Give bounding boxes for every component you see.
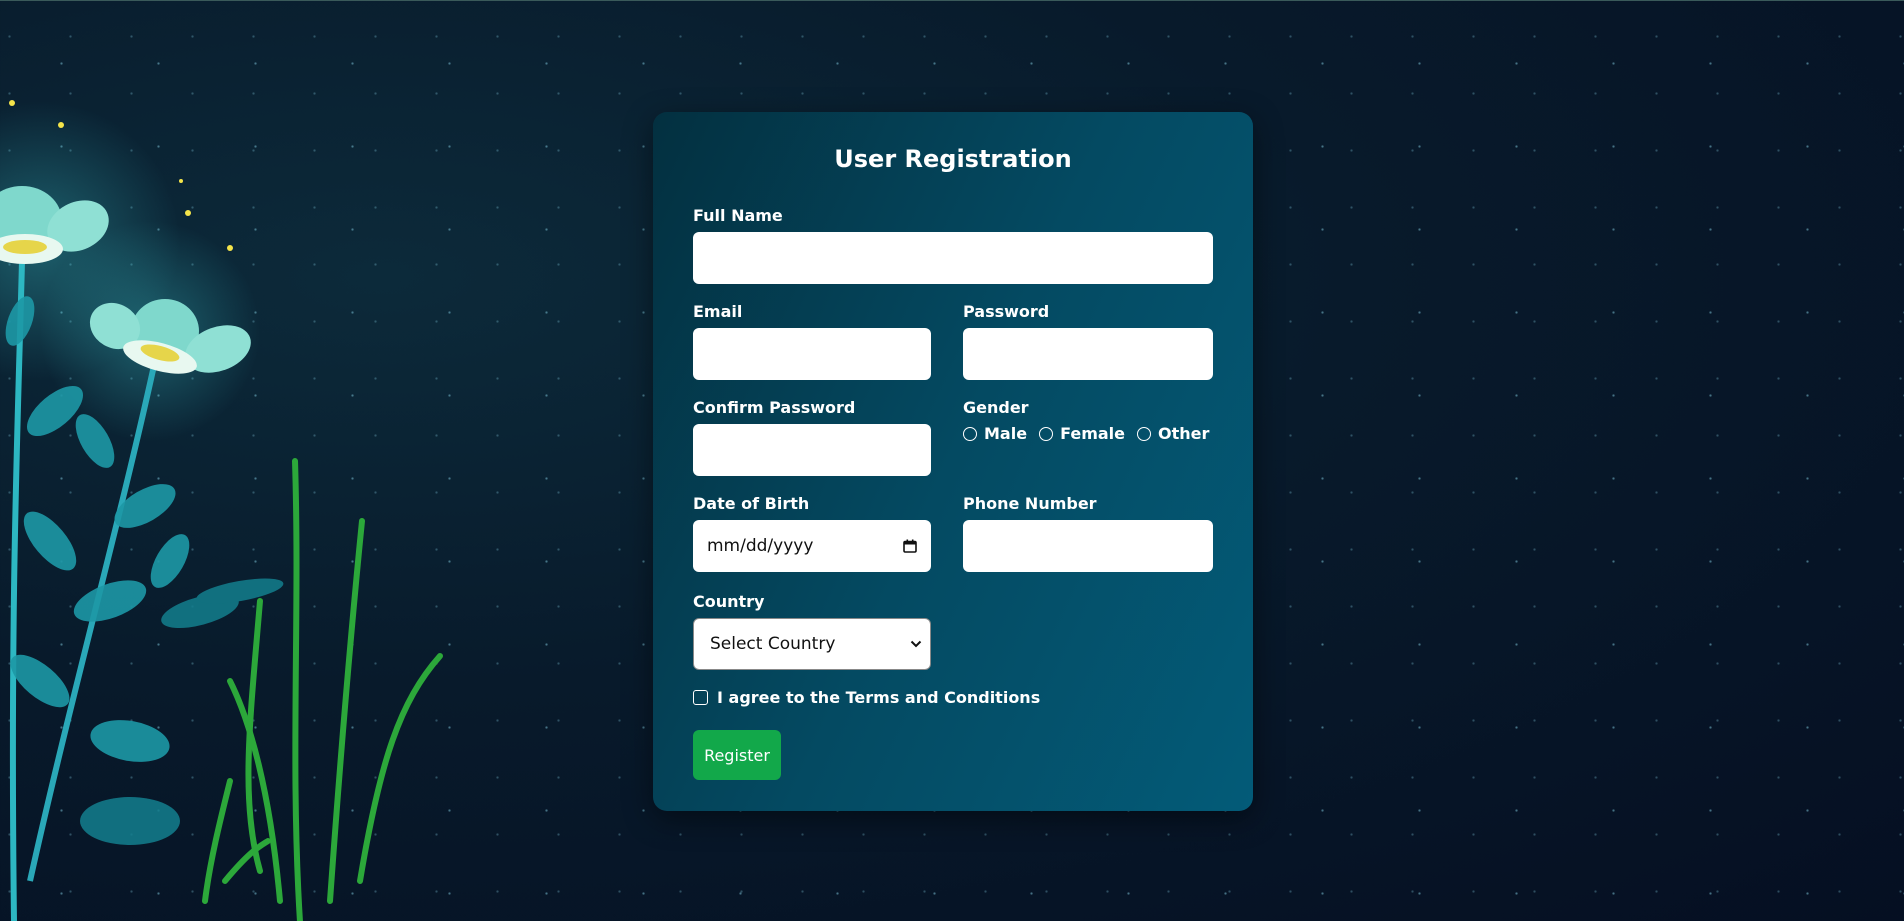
- terms-label: I agree to the Terms and Conditions: [717, 688, 1041, 707]
- country-field: Country Select Country: [693, 591, 931, 670]
- password-field: Password: [963, 301, 1213, 380]
- full-name-label: Full Name: [693, 206, 783, 225]
- password-label: Password: [963, 302, 1050, 321]
- country-label: Country: [693, 592, 765, 611]
- gender-field: Gender Male Female Other: [963, 397, 1223, 443]
- chevron-down-icon: [910, 640, 922, 648]
- dob-input[interactable]: mm/dd/yyyy: [693, 520, 931, 572]
- phone-label: Phone Number: [963, 494, 1097, 513]
- confirm-password-field: Confirm Password: [693, 397, 931, 476]
- email-label: Email: [693, 302, 743, 321]
- register-button[interactable]: Register: [693, 730, 781, 780]
- phone-field: Phone Number: [963, 493, 1213, 572]
- password-input[interactable]: [963, 328, 1213, 380]
- terms-row: I agree to the Terms and Conditions: [693, 688, 1040, 707]
- registration-card: User Registration Full Name Email Passwo…: [653, 112, 1253, 811]
- confirm-password-input[interactable]: [693, 424, 931, 476]
- dob-label: Date of Birth: [693, 494, 810, 513]
- terms-checkbox[interactable]: [693, 690, 708, 705]
- gender-radio-group: Male Female Other: [963, 424, 1223, 443]
- glowing-plant-decoration: [0, 100, 443, 921]
- dob-placeholder: mm/dd/yyyy: [707, 536, 814, 556]
- gender-option-label: Female: [1060, 424, 1125, 443]
- email-input[interactable]: [693, 328, 931, 380]
- phone-input[interactable]: [963, 520, 1213, 572]
- country-select[interactable]: Select Country: [693, 618, 931, 670]
- country-selected-value: Select Country: [710, 634, 836, 654]
- email-field: Email: [693, 301, 931, 380]
- dob-field: Date of Birth mm/dd/yyyy: [693, 493, 931, 572]
- gender-radio-male[interactable]: [963, 426, 977, 441]
- gender-radio-female[interactable]: [1039, 426, 1054, 441]
- gender-label: Gender: [963, 398, 1029, 417]
- form-title: User Registration: [834, 145, 1072, 173]
- confirm-password-label: Confirm Password: [693, 398, 856, 417]
- gender-radio-other[interactable]: [1137, 426, 1151, 441]
- gender-option-label: Male: [984, 424, 1028, 443]
- gender-option-label: Other: [1158, 424, 1210, 443]
- full-name-field: Full Name: [693, 205, 1213, 284]
- calendar-icon[interactable]: [903, 539, 917, 553]
- full-name-input[interactable]: [693, 232, 1213, 284]
